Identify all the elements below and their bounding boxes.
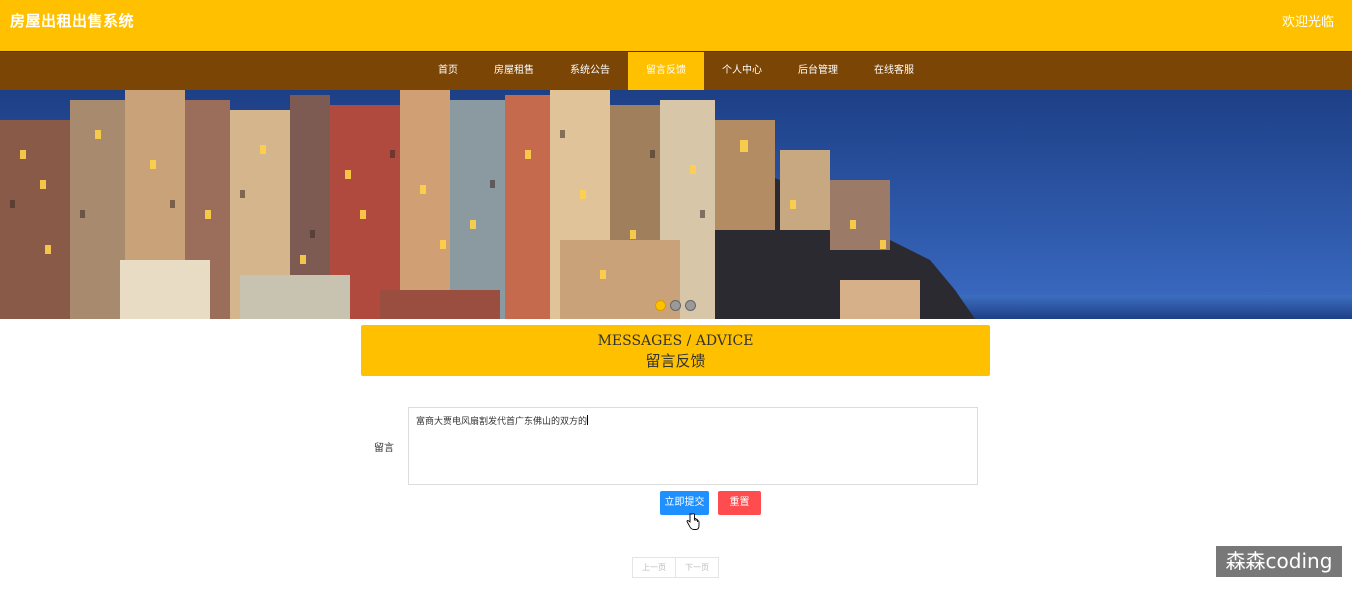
section-title-cn: 留言反馈	[645, 352, 706, 370]
nav-item-home[interactable]: 首页	[420, 52, 476, 90]
carousel-indicators	[655, 300, 696, 311]
message-text: 富商大贾电风扇割发代首广东佛山的双方的	[416, 417, 588, 427]
banner-image	[0, 90, 1352, 319]
nav-item-feedback[interactable]: 留言反馈	[628, 52, 704, 90]
next-page-button[interactable]: 下一页	[676, 557, 719, 578]
nav-item-announcements[interactable]: 系统公告	[552, 52, 628, 90]
carousel-dot[interactable]	[655, 300, 666, 311]
nav-item-house-rental-sale[interactable]: 房屋租售	[476, 52, 552, 90]
section-heading: MESSAGES / ADVICE 留言反馈	[361, 325, 990, 376]
message-textarea[interactable]: 富商大贾电风扇割发代首广东佛山的双方的	[408, 407, 978, 485]
message-label: 留言	[374, 443, 394, 454]
carousel-dot[interactable]	[670, 300, 681, 311]
nav-item-admin[interactable]: 后台管理	[780, 52, 856, 90]
nav-item-online-service[interactable]: 在线客服	[856, 52, 932, 90]
banner-carousel[interactable]	[0, 90, 1352, 319]
text-caret	[587, 415, 589, 425]
prev-page-button[interactable]: 上一页	[632, 557, 676, 578]
welcome-text: 欢迎光临	[1281, 15, 1334, 30]
carousel-dot[interactable]	[685, 300, 696, 311]
main-nav: 首页 房屋租售 系统公告 留言反馈 个人中心 后台管理 在线客服	[0, 51, 1352, 90]
pagination: 上一页 下一页	[632, 557, 719, 578]
reset-button[interactable]: 重置	[718, 491, 761, 515]
site-title: 房屋出租出售系统	[10, 12, 135, 30]
hand-pointer-icon	[686, 513, 700, 530]
watermark: 森森coding	[1216, 546, 1342, 577]
submit-button[interactable]: 立即提交	[660, 491, 709, 515]
nav-item-personal-center[interactable]: 个人中心	[704, 52, 780, 90]
top-header: 房屋出租出售系统 欢迎光临	[0, 0, 1352, 51]
section-title-en: MESSAGES / ADVICE	[597, 333, 754, 349]
